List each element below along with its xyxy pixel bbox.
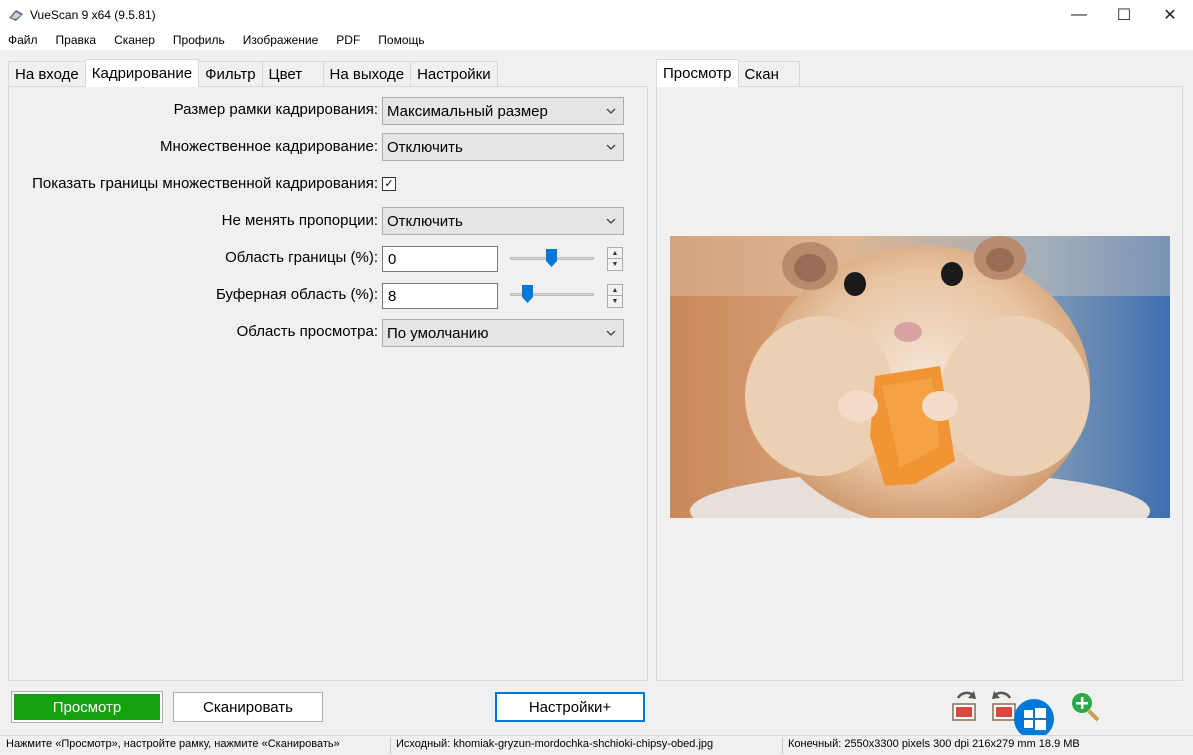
- tab-input[interactable]: На входе: [8, 61, 86, 87]
- spin-down-icon[interactable]: ▼: [608, 259, 622, 270]
- more-settings-button[interactable]: Настройки+: [495, 692, 645, 722]
- keep-ratio-value: Отключить: [387, 212, 463, 230]
- buffer-area-slider-thumb[interactable]: [522, 285, 533, 303]
- maximize-button[interactable]: ☐: [1101, 0, 1147, 30]
- spin-up-icon[interactable]: ▲: [608, 285, 622, 296]
- border-area-slider-thumb[interactable]: [546, 249, 557, 267]
- chevron-down-icon: [606, 144, 616, 150]
- tab-scan[interactable]: Скан: [737, 61, 800, 87]
- preview-area-label: Область просмотра:: [236, 323, 378, 340]
- status-separator: [390, 738, 391, 754]
- crop-size-select[interactable]: Максимальный размер: [382, 97, 624, 125]
- preview-area-value: По умолчанию: [387, 324, 489, 342]
- menu-edit[interactable]: Правка: [54, 33, 99, 47]
- minimize-button[interactable]: —: [1056, 0, 1102, 30]
- crop-size-value: Максимальный размер: [387, 102, 548, 120]
- chevron-down-icon: [606, 108, 616, 114]
- windows-logo-icon: [1014, 699, 1054, 739]
- vuescan-app-icon: [9, 10, 23, 21]
- scanned-preview-image[interactable]: [670, 236, 1170, 518]
- menu-image[interactable]: Изображение: [241, 33, 321, 47]
- status-output: Конечный: 2550x3300 pixels 300 dpi 216x2…: [788, 738, 1080, 750]
- spin-down-icon[interactable]: ▼: [608, 296, 622, 307]
- menu-scanner[interactable]: Сканер: [112, 33, 157, 47]
- window-title: VueScan 9 x64 (9.5.81): [30, 8, 156, 22]
- menu-help[interactable]: Помощь: [376, 33, 426, 47]
- border-area-label: Область границы (%):: [225, 249, 378, 266]
- menu-profile[interactable]: Профиль: [171, 33, 227, 47]
- multi-crop-label: Множественное кадрирование:: [160, 138, 378, 155]
- border-area-spinner[interactable]: ▲ ▼: [607, 247, 623, 271]
- buffer-area-input[interactable]: 8: [382, 283, 498, 309]
- tab-filter[interactable]: Фильтр: [198, 61, 263, 87]
- view-tab-bar: Просмотр Скан: [656, 59, 800, 87]
- show-borders-label: Показать границы множественной кадрирова…: [32, 175, 378, 192]
- chevron-down-icon: [606, 330, 616, 336]
- title-bar: VueScan 9 x64 (9.5.81) — ☐ ✕: [0, 0, 1193, 30]
- tab-prefs[interactable]: Настройки: [410, 61, 498, 87]
- menu-bar: Файл Правка Сканер Профиль Изображение P…: [0, 30, 1193, 50]
- tab-color[interactable]: Цвет: [261, 61, 324, 87]
- crop-size-label: Размер рамки кадрирования:: [173, 101, 378, 118]
- chevron-down-icon: [606, 218, 616, 224]
- buffer-area-label: Буферная область (%):: [216, 286, 378, 303]
- tab-crop[interactable]: Кадрирование: [84, 59, 200, 87]
- show-borders-checkbox[interactable]: ✓: [382, 177, 396, 191]
- status-hint: Нажмите «Просмотр», настройте рамку, наж…: [6, 738, 340, 750]
- scan-button[interactable]: Сканировать: [173, 692, 323, 722]
- close-button[interactable]: ✕: [1147, 0, 1193, 30]
- settings-tab-bar: На входе Кадрирование Фильтр Цвет На вых…: [8, 59, 498, 87]
- tab-output[interactable]: На выходе: [322, 61, 412, 87]
- border-area-input[interactable]: 0: [382, 246, 498, 272]
- tab-preview[interactable]: Просмотр: [656, 59, 739, 87]
- zoom-in-icon[interactable]: [1068, 690, 1102, 724]
- preview-button[interactable]: Просмотр: [11, 691, 163, 723]
- status-separator: [782, 738, 783, 754]
- multi-crop-select[interactable]: Отключить: [382, 133, 624, 161]
- spin-up-icon[interactable]: ▲: [608, 248, 622, 259]
- keep-ratio-label: Не менять пропорции:: [221, 212, 378, 229]
- multi-crop-value: Отключить: [387, 138, 463, 156]
- menu-file[interactable]: Файл: [6, 33, 40, 47]
- menu-pdf[interactable]: PDF: [334, 33, 362, 47]
- rotate-left-icon[interactable]: [950, 690, 980, 724]
- buffer-area-spinner[interactable]: ▲ ▼: [607, 284, 623, 308]
- preview-area-select[interactable]: По умолчанию: [382, 319, 624, 347]
- status-bar: Нажмите «Просмотр», настройте рамку, наж…: [0, 735, 1193, 755]
- keep-ratio-select[interactable]: Отключить: [382, 207, 624, 235]
- status-source: Исходный: khomiak-gryzun-mordochka-shchi…: [396, 738, 714, 750]
